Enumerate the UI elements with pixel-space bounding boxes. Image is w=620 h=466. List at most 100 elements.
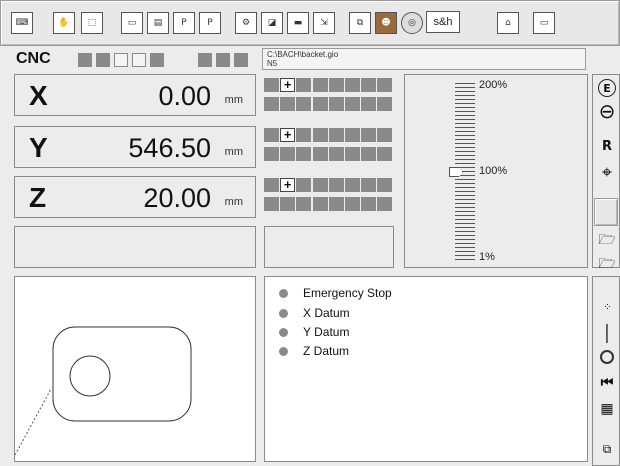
status-dot bbox=[279, 308, 288, 318]
plc-button[interactable]: P bbox=[170, 3, 198, 43]
bell-button[interactable]: ⌂ bbox=[494, 3, 522, 43]
indicator-cell bbox=[296, 197, 312, 211]
indicator-cell bbox=[328, 78, 344, 92]
plus-button[interactable]: + bbox=[280, 78, 296, 92]
cd-button[interactable]: ◎ bbox=[398, 3, 426, 43]
export-button[interactable]: ⇲ bbox=[310, 3, 338, 43]
list-item: Y Datum bbox=[279, 324, 349, 340]
axis-value: 0.00 bbox=[158, 81, 211, 111]
keyboard-button[interactable]: ⌨ bbox=[8, 3, 36, 43]
indicator-cell bbox=[361, 178, 377, 192]
traffic-light-icon: ▦ bbox=[600, 401, 614, 417]
indicator-cell bbox=[377, 178, 393, 192]
y-indicator-grid: + bbox=[264, 128, 394, 168]
plus-button[interactable]: + bbox=[280, 178, 296, 192]
plc-page-button[interactable]: P bbox=[196, 3, 224, 43]
status-indicator bbox=[96, 53, 110, 67]
theta-button[interactable]: ⊖ bbox=[596, 99, 618, 123]
status-indicator bbox=[234, 53, 248, 67]
indicator-cell bbox=[296, 78, 312, 92]
line-icon: │ bbox=[602, 323, 612, 343]
aux-grid-panel bbox=[264, 226, 394, 268]
axis-label: Y bbox=[29, 132, 48, 163]
theta-icon: ⊖ bbox=[598, 99, 616, 123]
points-icon: ⁘ bbox=[603, 301, 611, 313]
indicator-cell bbox=[312, 97, 328, 111]
operator-icon: ☻ bbox=[375, 12, 397, 34]
axis-label: Z bbox=[29, 182, 47, 213]
hole-outline bbox=[69, 355, 111, 397]
status-indicator bbox=[150, 53, 164, 67]
blank-button[interactable] bbox=[594, 198, 618, 226]
program-info: C:\BACH\backet.gio N5 bbox=[262, 48, 586, 70]
screen-button[interactable]: ▭ bbox=[118, 3, 146, 43]
toolpath-drawing bbox=[14, 326, 192, 456]
machine-icon: ⚙ bbox=[235, 12, 257, 34]
machine-button[interactable]: ⚙ bbox=[232, 3, 260, 43]
status-label: Z Datum bbox=[303, 344, 350, 358]
points-button[interactable]: ⁘ bbox=[596, 296, 618, 318]
sh-button[interactable]: s&h bbox=[426, 11, 460, 33]
plc-icon: P bbox=[173, 12, 195, 34]
printer-button[interactable]: ▬ bbox=[284, 3, 312, 43]
traffic-light-button[interactable]: ▦ bbox=[596, 398, 618, 420]
axis-unit: mm bbox=[224, 146, 243, 158]
z-indicator-grid: + bbox=[264, 178, 394, 218]
frame-icon: ⬚ bbox=[81, 12, 103, 34]
list-item: Emergency Stop bbox=[279, 285, 392, 301]
status-label: X Datum bbox=[303, 306, 350, 320]
e-button[interactable]: E bbox=[596, 78, 618, 98]
crosshair-button[interactable]: ⌖ bbox=[596, 160, 618, 184]
operator-button[interactable]: ☻ bbox=[372, 3, 400, 43]
plus-button[interactable]: + bbox=[280, 128, 296, 142]
hand-button[interactable]: ✋ bbox=[50, 3, 78, 43]
part-outline bbox=[52, 326, 192, 422]
aux-display bbox=[14, 226, 256, 268]
hand-icon: ✋ bbox=[53, 12, 75, 34]
indicator-cell bbox=[361, 78, 377, 92]
disk-button[interactable]: ◪ bbox=[258, 3, 286, 43]
frame-button[interactable]: ⬚ bbox=[78, 3, 106, 43]
status-dot bbox=[279, 288, 288, 298]
document-button[interactable]: ▤ bbox=[144, 3, 172, 43]
rewind-button[interactable]: ⏮ bbox=[596, 372, 618, 394]
rewind-icon: ⏮ bbox=[600, 375, 614, 391]
indicator-cell bbox=[264, 147, 279, 161]
indicator-cell bbox=[280, 197, 296, 211]
indicator-cell bbox=[264, 97, 279, 111]
folder-open-button[interactable]: 🗁 bbox=[596, 232, 618, 250]
network-button[interactable]: ⧉ bbox=[346, 3, 374, 43]
indicator-cell bbox=[280, 147, 296, 161]
list-item: X Datum bbox=[279, 305, 350, 321]
indicator-cell bbox=[377, 197, 393, 211]
tape-button[interactable]: ▭ bbox=[530, 3, 558, 43]
cd-icon: ◎ bbox=[401, 12, 423, 34]
line-button[interactable]: │ bbox=[596, 322, 618, 344]
indicator-cell bbox=[312, 197, 328, 211]
window-button[interactable]: ⧉ bbox=[596, 438, 618, 460]
folder-icon: 🗁 bbox=[598, 232, 616, 248]
rapid-move-line bbox=[14, 388, 52, 456]
r-button[interactable]: R bbox=[596, 136, 618, 156]
indicator-cell bbox=[377, 128, 393, 142]
indicator-cell bbox=[296, 128, 312, 142]
indicator-cell bbox=[361, 197, 377, 211]
feed-mid-label: 100% bbox=[479, 165, 508, 177]
circle-button[interactable] bbox=[596, 346, 618, 368]
status-indicator bbox=[114, 53, 128, 67]
status-label: Emergency Stop bbox=[303, 286, 392, 300]
status-indicator bbox=[78, 53, 92, 67]
indicator-cell bbox=[377, 97, 393, 111]
status-label: Y Datum bbox=[303, 325, 350, 339]
bell-icon: ⌂ bbox=[497, 12, 519, 34]
z-axis-display: Z 20.00 mm bbox=[14, 176, 256, 218]
keyboard-icon: ⌨ bbox=[11, 12, 33, 34]
axis-value: 546.50 bbox=[128, 133, 211, 163]
indicator-cell bbox=[328, 147, 344, 161]
indicator-cell bbox=[264, 128, 279, 142]
folder-save-button[interactable]: 🗁 bbox=[596, 256, 618, 274]
toolpath-preview[interactable] bbox=[14, 276, 256, 462]
indicator-cell bbox=[377, 78, 393, 92]
network-icon: ⧉ bbox=[349, 12, 371, 34]
indicator-cell bbox=[345, 178, 360, 192]
